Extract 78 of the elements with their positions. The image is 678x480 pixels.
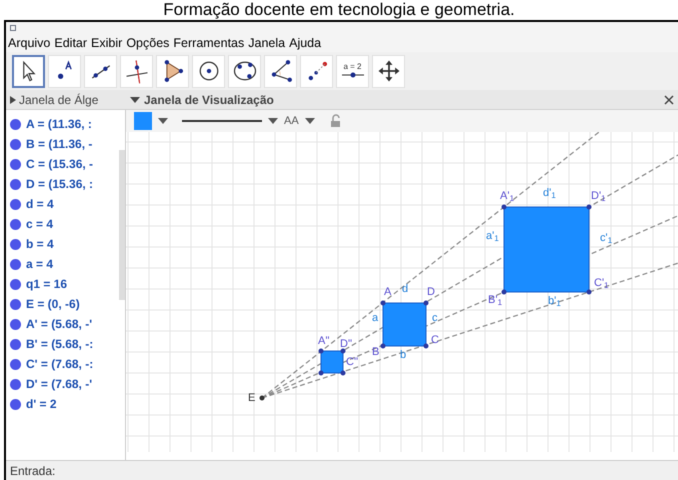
object-label: C'' (346, 357, 358, 368)
close-icon[interactable] (664, 94, 674, 104)
object-label: d'$_{1}$ (543, 188, 556, 199)
algebra-entry[interactable]: B' = (5.68, -: (26, 335, 94, 353)
object-label: D'' (340, 339, 352, 350)
visibility-toggle[interactable] (10, 218, 21, 230)
object-label: A (384, 287, 392, 298)
visibility-toggle[interactable] (10, 318, 21, 330)
object-label: A'' (318, 336, 330, 347)
algebra-entry[interactable]: D = (15.36, : (26, 175, 94, 193)
object-label: b (400, 350, 406, 361)
visibility-toggle[interactable] (10, 198, 21, 210)
menu-item[interactable]: Exibir (91, 34, 122, 52)
menu-item[interactable]: Arquivo (8, 34, 50, 52)
algebra-entry[interactable]: D' = (7.68, -' (26, 375, 92, 393)
object-label: C (431, 335, 439, 346)
algebra-entry[interactable]: A = (11.36, : (26, 115, 92, 133)
object-label: a'$_{1}$ (486, 231, 499, 242)
object-label: D (427, 287, 435, 298)
visibility-toggle[interactable] (10, 298, 21, 310)
label-style-button[interactable]: AA (284, 112, 299, 130)
tool-button[interactable]: a = 2 (336, 54, 369, 88)
menu-item[interactable]: Editar (54, 34, 88, 52)
visibility-toggle[interactable] (10, 178, 21, 190)
object-label: a (372, 313, 378, 324)
dropdown-arrow-icon[interactable] (130, 96, 140, 102)
caption: Formação docente em tecnologia e geometria. (163, 0, 515, 20)
visibility-toggle[interactable] (10, 118, 21, 130)
panel-title[interactable]: Janela de Álge (19, 90, 98, 108)
object-label: B'$_{1}$ (488, 295, 502, 306)
algebra-entry[interactable]: A' = (5.68, -' (26, 315, 92, 333)
menu-item[interactable]: Ferramentas (173, 34, 244, 52)
algebra-entry[interactable]: d = 4 (26, 195, 54, 213)
menu-item[interactable]: Janela (248, 34, 286, 52)
algebra-entry[interactable]: C' = (7.68, -: (26, 355, 94, 373)
dropdown-arrow-icon[interactable] (268, 118, 278, 124)
visibility-toggle[interactable] (10, 138, 21, 150)
input-bar-label: Entrada: (10, 462, 56, 480)
algebra-entry[interactable]: d' = 2 (26, 395, 57, 413)
visibility-toggle[interactable] (10, 398, 21, 410)
app-icon (10, 25, 16, 31)
algebra-entry[interactable]: c = 4 (26, 215, 54, 233)
tool-button[interactable] (12, 54, 45, 88)
algebra-entry[interactable]: q1 = 16 (26, 275, 68, 293)
scrollbar[interactable] (119, 150, 125, 300)
object-label: b'$_{1}$ (548, 296, 561, 307)
object-label: E (248, 393, 256, 404)
algebra-entry[interactable]: B = (11.36, - (26, 135, 92, 153)
collapse-arrow-icon[interactable] (10, 96, 16, 104)
slider-icon (340, 71, 364, 79)
visibility-toggle[interactable] (10, 158, 21, 170)
dropdown-arrow-icon[interactable] (158, 118, 168, 124)
menu-item[interactable]: Opções (126, 34, 170, 52)
square[interactable] (502, 204, 592, 294)
object-label: d (402, 284, 408, 295)
object-label: c'$_{1}$ (600, 233, 612, 244)
center-point[interactable] (260, 396, 264, 400)
square[interactable] (318, 348, 346, 376)
menu-item[interactable]: Ajuda (289, 34, 322, 52)
object-label: c (432, 313, 438, 324)
dropdown-arrow-icon[interactable] (304, 118, 315, 124)
algebra-entry[interactable]: b = 4 (26, 235, 54, 253)
object-label: B (372, 347, 380, 358)
visibility-toggle[interactable] (10, 338, 21, 350)
visibility-toggle[interactable] (10, 358, 21, 370)
algebra-entry[interactable]: E = (0, -6) (26, 295, 80, 313)
object-label: A'$_{1}$ (500, 191, 514, 202)
visibility-toggle[interactable] (10, 278, 21, 290)
visibility-toggle[interactable] (10, 238, 21, 250)
color-swatch[interactable] (134, 112, 152, 130)
lock-icon[interactable] (328, 114, 343, 128)
panel-title: Janela de Visualização (144, 92, 274, 108)
visibility-toggle[interactable] (10, 258, 21, 270)
algebra-entry[interactable]: C = (15.36, - (26, 155, 94, 173)
slider-label: a = 2 (343, 63, 362, 71)
visibility-toggle[interactable] (10, 378, 21, 390)
algebra-entry[interactable]: a = 4 (26, 255, 54, 273)
square[interactable] (380, 300, 428, 348)
